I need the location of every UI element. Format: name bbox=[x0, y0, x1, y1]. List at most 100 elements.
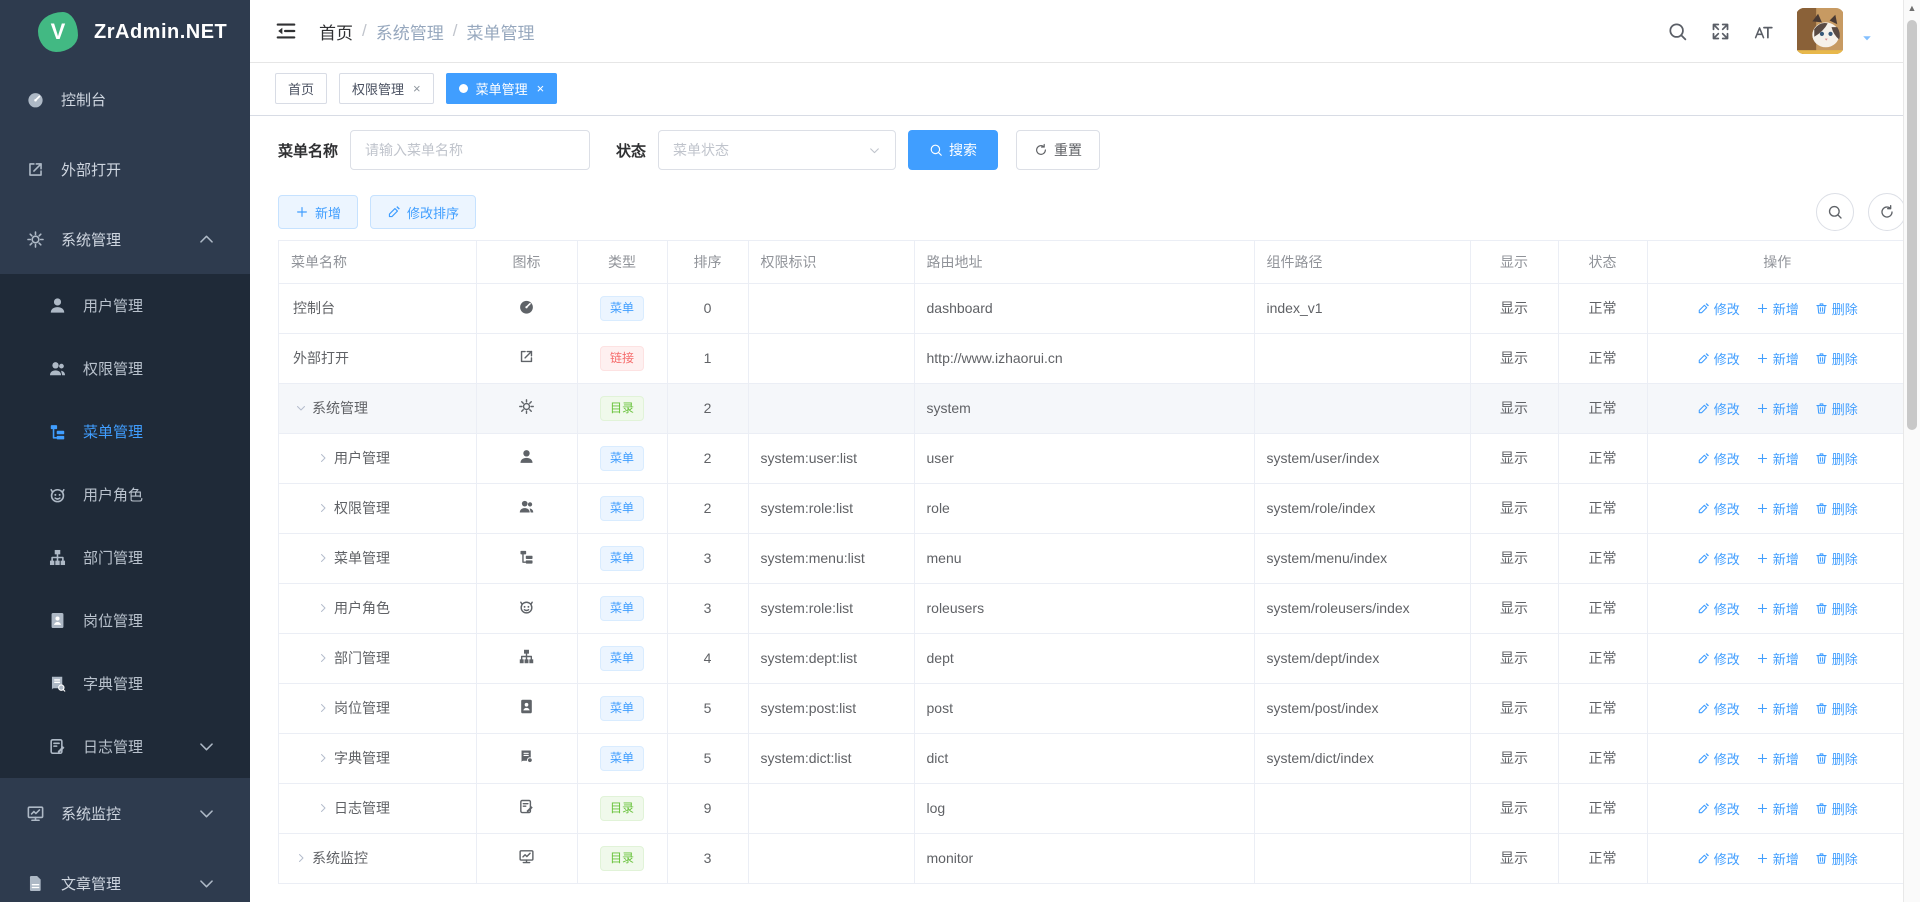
cell-ops: 修改新增删除 bbox=[1647, 483, 1907, 533]
delete-link[interactable]: 删除 bbox=[1815, 649, 1858, 668]
sidebar-item-dict[interactable]: 字典管理 bbox=[0, 652, 250, 715]
edit-link[interactable]: 修改 bbox=[1697, 399, 1740, 418]
delete-link[interactable]: 删除 bbox=[1815, 549, 1858, 568]
sidebar-item-log[interactable]: 日志管理 bbox=[0, 715, 250, 778]
sidebar-item-role[interactable]: 权限管理 bbox=[0, 337, 250, 400]
edit-link[interactable]: 修改 bbox=[1697, 299, 1740, 318]
sidebar-fold-icon[interactable] bbox=[275, 20, 297, 42]
menu-name-input[interactable] bbox=[350, 130, 590, 170]
cell-sort: 3 bbox=[667, 583, 748, 633]
cell-route: monitor bbox=[914, 833, 1254, 883]
edit-link[interactable]: 修改 bbox=[1697, 499, 1740, 518]
delete-link[interactable]: 删除 bbox=[1815, 849, 1858, 868]
menu-name-text: 控制台 bbox=[293, 298, 335, 318]
delete-link[interactable]: 删除 bbox=[1815, 399, 1858, 418]
status-select[interactable]: 菜单状态 bbox=[658, 130, 896, 170]
search-icon[interactable] bbox=[1667, 21, 1688, 42]
expand-right-icon[interactable] bbox=[317, 452, 329, 464]
expand-right-icon[interactable] bbox=[317, 552, 329, 564]
expand-right-icon[interactable] bbox=[317, 752, 329, 764]
column-header-icon: 图标 bbox=[476, 241, 577, 283]
breadcrumb-item[interactable]: 首页 bbox=[319, 19, 353, 44]
search-button[interactable]: 搜索 bbox=[908, 130, 998, 170]
edit-sort-button[interactable]: 修改排序 bbox=[370, 195, 476, 229]
avatar[interactable] bbox=[1796, 8, 1844, 54]
expand-right-icon[interactable] bbox=[317, 502, 329, 514]
add-link[interactable]: 新增 bbox=[1756, 499, 1799, 518]
expand-down-icon[interactable] bbox=[295, 402, 307, 414]
monitor-icon bbox=[518, 848, 535, 865]
edit-link[interactable]: 修改 bbox=[1697, 749, 1740, 768]
reset-button[interactable]: 重置 bbox=[1016, 130, 1100, 170]
add-link[interactable]: 新增 bbox=[1756, 399, 1799, 418]
edit-link[interactable]: 修改 bbox=[1697, 599, 1740, 618]
tab-home[interactable]: 首页 bbox=[275, 73, 327, 104]
delete-link-label: 删除 bbox=[1832, 399, 1858, 418]
edit-link[interactable]: 修改 bbox=[1697, 699, 1740, 718]
fullscreen-icon[interactable] bbox=[1710, 21, 1731, 42]
tab-role[interactable]: 权限管理× bbox=[339, 73, 434, 104]
close-icon[interactable]: × bbox=[413, 82, 421, 95]
edit-link[interactable]: 修改 bbox=[1697, 649, 1740, 668]
edit-link[interactable]: 修改 bbox=[1697, 549, 1740, 568]
table-search-button[interactable] bbox=[1816, 193, 1854, 231]
sidebar-item-roleusers[interactable]: 用户角色 bbox=[0, 463, 250, 526]
edit-link[interactable]: 修改 bbox=[1697, 799, 1740, 818]
add-link[interactable]: 新增 bbox=[1756, 299, 1799, 318]
add-link[interactable]: 新增 bbox=[1756, 599, 1799, 618]
expand-right-icon[interactable] bbox=[317, 602, 329, 614]
add-link[interactable]: 新增 bbox=[1756, 449, 1799, 468]
expand-right-icon[interactable] bbox=[317, 652, 329, 664]
delete-link[interactable]: 删除 bbox=[1815, 499, 1858, 518]
avatar-caret-icon[interactable] bbox=[1860, 31, 1874, 45]
sidebar-item-external[interactable]: 外部打开 bbox=[0, 134, 250, 204]
delete-link[interactable]: 删除 bbox=[1815, 699, 1858, 718]
font-size-icon[interactable] bbox=[1753, 21, 1774, 42]
breadcrumb-item: 系统管理 bbox=[376, 19, 444, 44]
sidebar-item-system[interactable]: 系统管理 bbox=[0, 204, 250, 274]
sidebar-item-post[interactable]: 岗位管理 bbox=[0, 589, 250, 652]
add-button[interactable]: 新增 bbox=[278, 195, 358, 229]
edit-link-label: 修改 bbox=[1714, 349, 1740, 368]
window-scrollbar[interactable]: ▲ bbox=[1903, 0, 1920, 902]
expand-right-icon[interactable] bbox=[317, 702, 329, 714]
cell-sort: 5 bbox=[667, 683, 748, 733]
tab-menu[interactable]: 菜单管理× bbox=[446, 73, 558, 104]
add-link[interactable]: 新增 bbox=[1756, 699, 1799, 718]
sidebar-item-dept[interactable]: 部门管理 bbox=[0, 526, 250, 589]
delete-link[interactable]: 删除 bbox=[1815, 799, 1858, 818]
edit-link[interactable]: 修改 bbox=[1697, 449, 1740, 468]
cell-name: 字典管理 bbox=[279, 733, 476, 783]
delete-link[interactable]: 删除 bbox=[1815, 299, 1858, 318]
add-link[interactable]: 新增 bbox=[1756, 849, 1799, 868]
delete-link[interactable]: 删除 bbox=[1815, 349, 1858, 368]
cell-icon bbox=[476, 433, 577, 483]
sidebar-item-user[interactable]: 用户管理 bbox=[0, 274, 250, 337]
edit-link-label: 修改 bbox=[1714, 399, 1740, 418]
add-link[interactable]: 新增 bbox=[1756, 349, 1799, 368]
table-row-roleusers: 用户角色菜单3system:role:listroleuserssystem/r… bbox=[279, 583, 1907, 633]
sidebar-item-menu[interactable]: 菜单管理 bbox=[0, 400, 250, 463]
cell-sort: 2 bbox=[667, 483, 748, 533]
row-actions: 修改新增删除 bbox=[1660, 699, 1896, 718]
delete-link[interactable]: 删除 bbox=[1815, 449, 1858, 468]
delete-link[interactable]: 删除 bbox=[1815, 749, 1858, 768]
scrollbar-up-icon[interactable]: ▲ bbox=[1904, 3, 1920, 13]
brand[interactable]: V ZrAdmin.NET bbox=[0, 0, 250, 64]
table-refresh-button[interactable] bbox=[1868, 193, 1906, 231]
sidebar-item-monitor[interactable]: 系统监控 bbox=[0, 778, 250, 848]
sidebar-item-dashboard[interactable]: 控制台 bbox=[0, 64, 250, 134]
expand-right-icon[interactable] bbox=[317, 802, 329, 814]
add-link[interactable]: 新增 bbox=[1756, 799, 1799, 818]
add-link[interactable]: 新增 bbox=[1756, 649, 1799, 668]
add-link[interactable]: 新增 bbox=[1756, 549, 1799, 568]
delete-link-label: 删除 bbox=[1832, 599, 1858, 618]
add-link[interactable]: 新增 bbox=[1756, 749, 1799, 768]
sidebar-item-article[interactable]: 文章管理 bbox=[0, 848, 250, 918]
expand-right-icon[interactable] bbox=[295, 852, 307, 864]
scrollbar-thumb[interactable] bbox=[1907, 20, 1917, 430]
delete-link[interactable]: 删除 bbox=[1815, 599, 1858, 618]
close-icon[interactable]: × bbox=[537, 82, 545, 95]
edit-link[interactable]: 修改 bbox=[1697, 849, 1740, 868]
edit-link[interactable]: 修改 bbox=[1697, 349, 1740, 368]
